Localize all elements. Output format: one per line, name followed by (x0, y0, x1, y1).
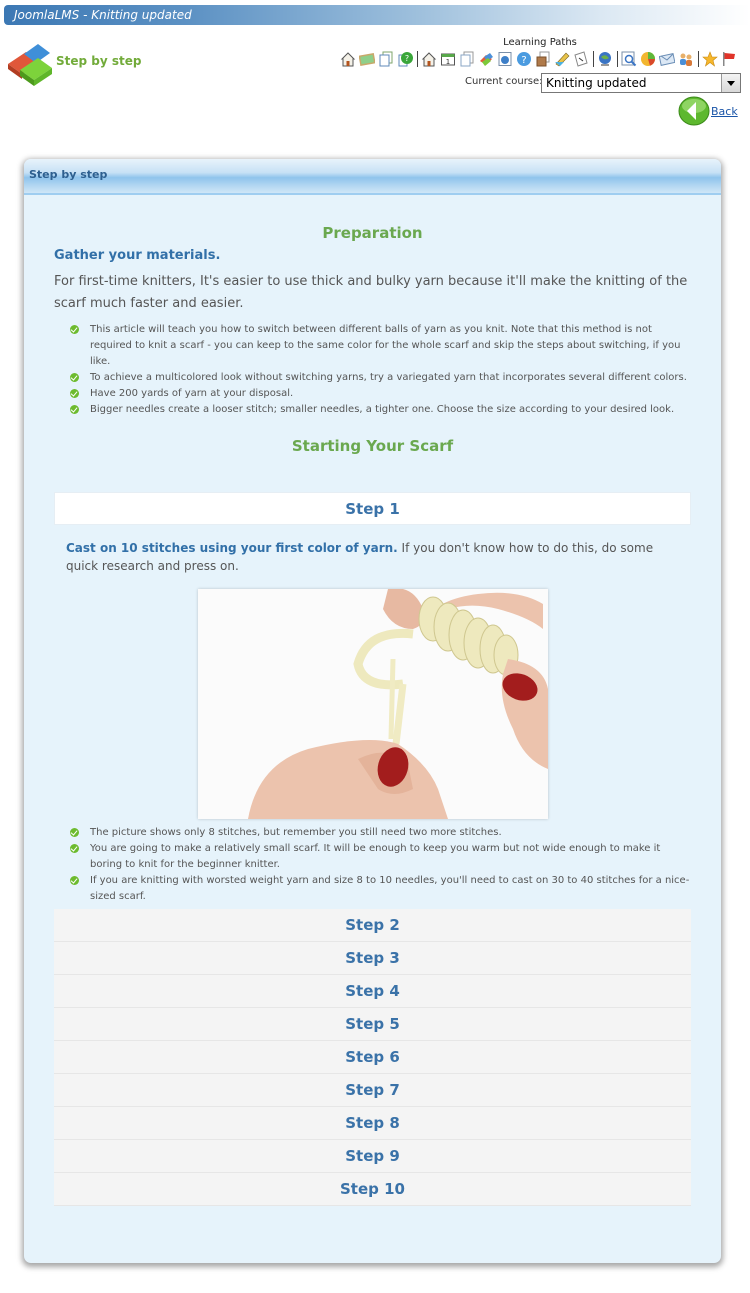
list-item: Bigger needles create a looser stitch; s… (70, 402, 691, 418)
list-item: To achieve a multicolored look without s… (70, 370, 691, 386)
step-3-header[interactable]: Step 3 (54, 942, 691, 975)
window-title-bar: JoomlaLMS - Knitting updated (4, 5, 750, 25)
app-logo-icon (4, 40, 54, 88)
back-button[interactable]: Back (678, 96, 742, 126)
list-item: The picture shows only 8 stitches, but r… (70, 825, 691, 841)
home-icon[interactable] (421, 51, 437, 67)
chart-icon[interactable] (640, 51, 656, 67)
mail-icon[interactable] (659, 51, 675, 67)
documents-icon[interactable] (378, 51, 394, 67)
preparation-lead: Gather your materials. (54, 248, 221, 263)
course-select[interactable]: Knitting updated (541, 73, 741, 93)
step-label: Step 2 (345, 916, 400, 934)
step-label: Step 1 (345, 500, 400, 518)
collapsed-steps: Step 2 Step 3 Step 4 Step 5 Step 6 Step … (54, 909, 691, 1206)
step-7-header[interactable]: Step 7 (54, 1074, 691, 1107)
home-icon[interactable] (340, 51, 356, 67)
preparation-list: This article will teach you how to switc… (54, 322, 691, 418)
flag-icon[interactable] (721, 51, 737, 67)
svg-text:?: ? (405, 54, 409, 63)
help-docs-icon[interactable]: ? (397, 51, 413, 67)
current-course-label: Current course: (465, 76, 543, 87)
preparation-paragraph: For first-time knitters, It's easier to … (54, 274, 688, 311)
toolbar: ? 1 ? (340, 50, 740, 68)
step-label: Step 7 (345, 1081, 400, 1099)
panel-header: Step by step (24, 159, 721, 195)
step-10-header[interactable]: Step 10 (54, 1173, 691, 1206)
chevron-down-icon[interactable] (721, 74, 740, 92)
list-item: This article will teach you how to switc… (70, 322, 691, 370)
step-label: Step 6 (345, 1048, 400, 1066)
globe-icon[interactable] (597, 51, 613, 67)
back-link[interactable]: Back (711, 105, 742, 118)
calendar-icon[interactable]: 1 (440, 51, 456, 67)
step-6-header[interactable]: Step 6 (54, 1041, 691, 1074)
knitting-photo (197, 589, 548, 819)
check-icon (70, 876, 79, 885)
step-2-header[interactable]: Step 2 (54, 909, 691, 942)
tools-icon[interactable] (478, 51, 494, 67)
list-item: Have 200 yards of yarn at your disposal. (70, 386, 691, 402)
toolbar-separator (417, 51, 418, 67)
step-label: Step 3 (345, 949, 400, 967)
svg-text:1: 1 (446, 58, 450, 66)
check-icon (70, 405, 79, 414)
star-icon[interactable] (702, 51, 718, 67)
step-label: Step 8 (345, 1114, 400, 1132)
check-icon (70, 389, 79, 398)
panel-content: Preparation Gather your materials. For f… (54, 195, 691, 1206)
documents-icon[interactable] (459, 51, 475, 67)
step-by-step-panel: Step by step Preparation Gather your mat… (24, 159, 721, 1263)
check-icon (70, 325, 79, 334)
svg-text:?: ? (521, 55, 526, 66)
app-title: Step by step (56, 54, 142, 68)
panel-title: Step by step (29, 168, 108, 181)
step-1-image (197, 589, 548, 819)
web-icon[interactable] (497, 51, 513, 67)
users-icon[interactable] (678, 51, 694, 67)
search-icon[interactable] (621, 51, 637, 67)
toolbar-separator (617, 51, 618, 67)
window-title: JoomlaLMS - Knitting updated (14, 8, 192, 22)
step-9-header[interactable]: Step 9 (54, 1140, 691, 1173)
list-item: If you are knitting with worsted weight … (70, 873, 691, 905)
step-1-intro: Cast on 10 stitches using your first col… (54, 539, 691, 575)
check-icon (70, 373, 79, 382)
step-4-header[interactable]: Step 4 (54, 975, 691, 1008)
toolbar-separator (698, 51, 699, 67)
note-icon[interactable] (573, 51, 589, 67)
step-1-lead: Cast on 10 stitches using your first col… (66, 541, 398, 555)
step-label: Step 5 (345, 1015, 400, 1033)
step-label: Step 4 (345, 982, 400, 1000)
step-label: Step 10 (340, 1180, 405, 1198)
section-title-preparation: Preparation (322, 224, 423, 242)
step-8-header[interactable]: Step 8 (54, 1107, 691, 1140)
chalkboard-icon[interactable] (359, 51, 375, 67)
step-1-list: The picture shows only 8 stitches, but r… (54, 825, 691, 905)
back-arrow-icon[interactable] (678, 96, 710, 126)
step-1-header[interactable]: Step 1 (54, 492, 691, 525)
step-5-header[interactable]: Step 5 (54, 1008, 691, 1041)
list-item: You are going to make a relatively small… (70, 841, 691, 873)
step-label: Step 9 (345, 1147, 400, 1165)
toolbar-separator (593, 51, 594, 67)
check-icon (70, 828, 79, 837)
section-title-starting: Starting Your Scarf (291, 437, 454, 455)
toolbar-group-label: Learning Paths (503, 37, 577, 48)
edit-icon[interactable] (554, 51, 570, 67)
help-icon[interactable]: ? (516, 51, 532, 67)
package-icon[interactable] (535, 51, 551, 67)
course-select-value: Knitting updated (546, 76, 647, 90)
check-icon (70, 844, 79, 853)
